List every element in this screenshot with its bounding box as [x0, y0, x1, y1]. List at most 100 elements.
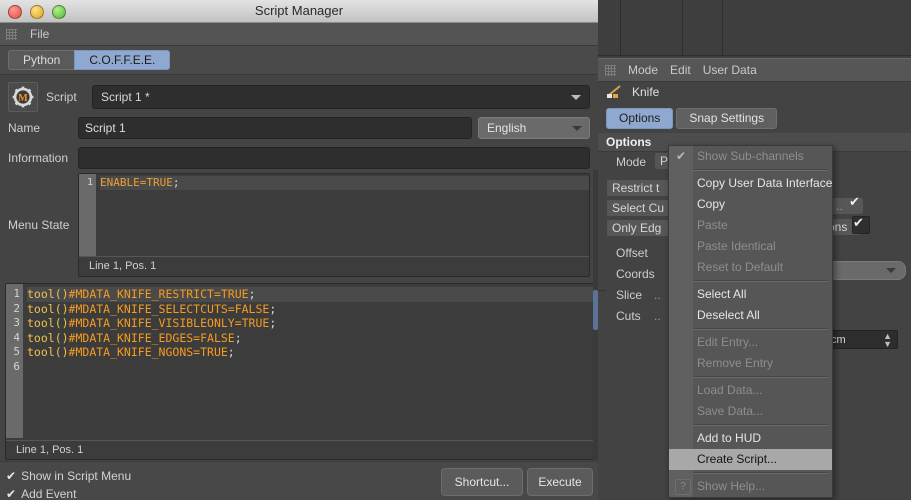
- context-menu-item-label: Paste Identical: [697, 239, 776, 253]
- context-menu-item-create-script[interactable]: Create Script...: [669, 449, 832, 470]
- tab-options[interactable]: Options: [606, 108, 674, 129]
- user-data-context-menu: ✔ Show Sub-channels Copy User Data Interfa…: [668, 145, 833, 498]
- context-menu-item-label: Copy: [697, 197, 726, 211]
- attribute-tab-row: Options Snap Settings: [606, 108, 780, 129]
- script-dropdown-value: Script 1 *: [101, 90, 150, 104]
- property-label-slice: Slice: [616, 288, 643, 302]
- property-label-coords: Coords: [616, 267, 655, 281]
- close-icon[interactable]: [8, 5, 22, 19]
- context-menu-item-show-sub-channels: ✔ Show Sub-channels: [669, 146, 832, 167]
- window-titlebar: Script Manager: [0, 0, 598, 23]
- context-menu-item-copy[interactable]: Copy: [669, 194, 832, 215]
- context-menu-item-deselect-all[interactable]: Deselect All: [669, 305, 832, 326]
- shortcut-button[interactable]: Shortcut...: [441, 468, 523, 496]
- context-menu-item-label: Paste: [697, 218, 728, 232]
- context-menu-item-label: Show Help...: [697, 479, 766, 493]
- context-menu-item-label: Show Sub-channels: [697, 149, 804, 163]
- menu-state-editor[interactable]: 1 ENABLE=TRUE; Line 1, Pos. 1: [78, 173, 590, 277]
- knife-tool-icon: [606, 84, 624, 100]
- top-strip-cell-2: [620, 0, 683, 56]
- context-menu-items: ✔ Show Sub-channels Copy User Data Interfa…: [669, 146, 832, 497]
- checkbox-show-in-script-menu[interactable]: ✔ Show in Script Menu: [6, 469, 131, 483]
- language-dropdown-value: English: [487, 121, 527, 135]
- menu-grip-icon[interactable]: [605, 64, 616, 76]
- cuts-number-field[interactable]: cm ▲ ▼: [826, 330, 898, 349]
- window-bottom-bar: ✔ Show in Script Menu ✔ Add Event Shortc…: [0, 461, 598, 500]
- cuts-unit: cm: [831, 333, 846, 346]
- context-menu-item-load-data: Load Data...: [669, 380, 832, 401]
- script-label: Script: [46, 90, 77, 104]
- menu-grip-icon[interactable]: [6, 28, 17, 40]
- menu-state-label: Menu State: [8, 218, 70, 232]
- name-row: Name Script 1 English: [0, 113, 598, 143]
- context-menu-item-label: Select All: [697, 287, 747, 301]
- context-menu-item-reset-to-default: Reset to Default: [669, 257, 832, 278]
- context-menu-separator: [671, 169, 828, 171]
- window-controls[interactable]: [8, 5, 66, 19]
- context-menu-item-label: Copy User Data Interface: [697, 176, 833, 190]
- attribute-manager-menubar: Mode Edit User Data: [598, 58, 911, 82]
- property-label-mode: Mode: [616, 155, 647, 169]
- information-row: Information: [0, 143, 598, 173]
- script-manager-window: Script Manager File Python C.O.F.F.E.E.: [0, 0, 598, 500]
- context-menu-item-edit-entry: Edit Entry...: [669, 332, 832, 353]
- menu-state-code[interactable]: ENABLE=TRUE;: [96, 174, 589, 256]
- tab-python[interactable]: Python: [8, 50, 75, 70]
- window-title: Script Manager: [254, 3, 344, 18]
- context-menu-separator: [671, 472, 828, 474]
- name-input[interactable]: Script 1: [78, 117, 472, 139]
- menu-item-edit[interactable]: Edit: [670, 63, 691, 77]
- language-tab-row: Python C.O.F.F.E.E.: [0, 46, 598, 75]
- context-menu-item-label: Reset to Default: [697, 260, 784, 274]
- gear-m-icon: M: [8, 82, 38, 112]
- context-menu-item-remove-entry: Remove Entry: [669, 353, 832, 374]
- checkbox-label: Show in Script Menu: [21, 469, 132, 483]
- top-strip-cell-3: [682, 0, 723, 56]
- menu-state-gutter: 1: [79, 174, 96, 256]
- context-menu-item-paste-identical: Paste Identical: [669, 236, 832, 257]
- checkmark-icon: ✔: [6, 469, 17, 483]
- stepper-up-icon[interactable]: ▲ ▼: [883, 332, 892, 349]
- context-menu-item-paste: Paste: [669, 215, 832, 236]
- attribute-manager-panel: Mode Edit User Data Knife Options Snap S…: [598, 0, 911, 500]
- menu-state-status: Line 1, Pos. 1: [79, 256, 589, 275]
- coords-dropdown[interactable]: [828, 261, 906, 280]
- minimize-icon[interactable]: [30, 5, 44, 19]
- context-menu-item-label: Add to HUD: [697, 431, 762, 445]
- checkmark-icon[interactable]: ✔: [849, 194, 860, 210]
- context-menu-separator: [671, 376, 828, 378]
- context-menu-separator: [671, 424, 828, 426]
- execute-button[interactable]: Execute: [527, 468, 593, 496]
- check-icon: ✔: [676, 149, 687, 163]
- context-menu-item-add-to-hud[interactable]: Add to HUD: [669, 428, 832, 449]
- menu-item-file[interactable]: File: [27, 27, 52, 41]
- context-menu-item-label: Deselect All: [697, 308, 760, 322]
- panel-divider: [598, 290, 606, 291]
- context-menu-item-save-data: Save Data...: [669, 401, 832, 422]
- information-label: Information: [8, 151, 69, 165]
- checkbox-label: Add Event: [21, 487, 77, 500]
- context-menu-separator: [671, 280, 828, 282]
- top-strip-cell-1: [598, 0, 621, 56]
- language-dropdown[interactable]: English: [478, 117, 590, 139]
- zoom-icon[interactable]: [52, 5, 66, 19]
- code-status: Line 1, Pos. 1: [6, 440, 594, 459]
- object-name: Knife: [632, 85, 660, 99]
- script-dropdown[interactable]: Script 1 *: [92, 85, 590, 109]
- context-menu-item-label: Save Data...: [697, 404, 764, 418]
- menu-state-row: Menu State 1 ENABLE=TRUE; Line 1, Pos. 1: [0, 173, 598, 277]
- tab-snap-settings[interactable]: Snap Settings: [676, 108, 778, 129]
- menu-item-user-data[interactable]: User Data: [703, 63, 757, 77]
- screen-root: Script Manager File Python C.O.F.F.E.E.: [0, 0, 911, 500]
- information-input[interactable]: [78, 147, 590, 169]
- code-gutter: 1 2 3 4 5 6: [6, 284, 23, 438]
- checkbox-add-event[interactable]: ✔ Add Event: [6, 487, 76, 500]
- menu-item-mode[interactable]: Mode: [628, 63, 658, 77]
- coffee-code-editor[interactable]: 1 2 3 4 5 6 tool()#MDATA_KNIFE_RESTRICT=…: [5, 283, 595, 460]
- tab-coffee[interactable]: C.O.F.F.E.E.: [74, 50, 171, 70]
- window-menubar: File: [0, 23, 598, 46]
- top-panel-strip: [598, 0, 911, 58]
- context-menu-item-copy-user-data-interface[interactable]: Copy User Data Interface: [669, 173, 832, 194]
- code-text-area[interactable]: tool()#MDATA_KNIFE_RESTRICT=TRUE; tool()#…: [23, 284, 594, 438]
- context-menu-item-select-all[interactable]: Select All: [669, 284, 832, 305]
